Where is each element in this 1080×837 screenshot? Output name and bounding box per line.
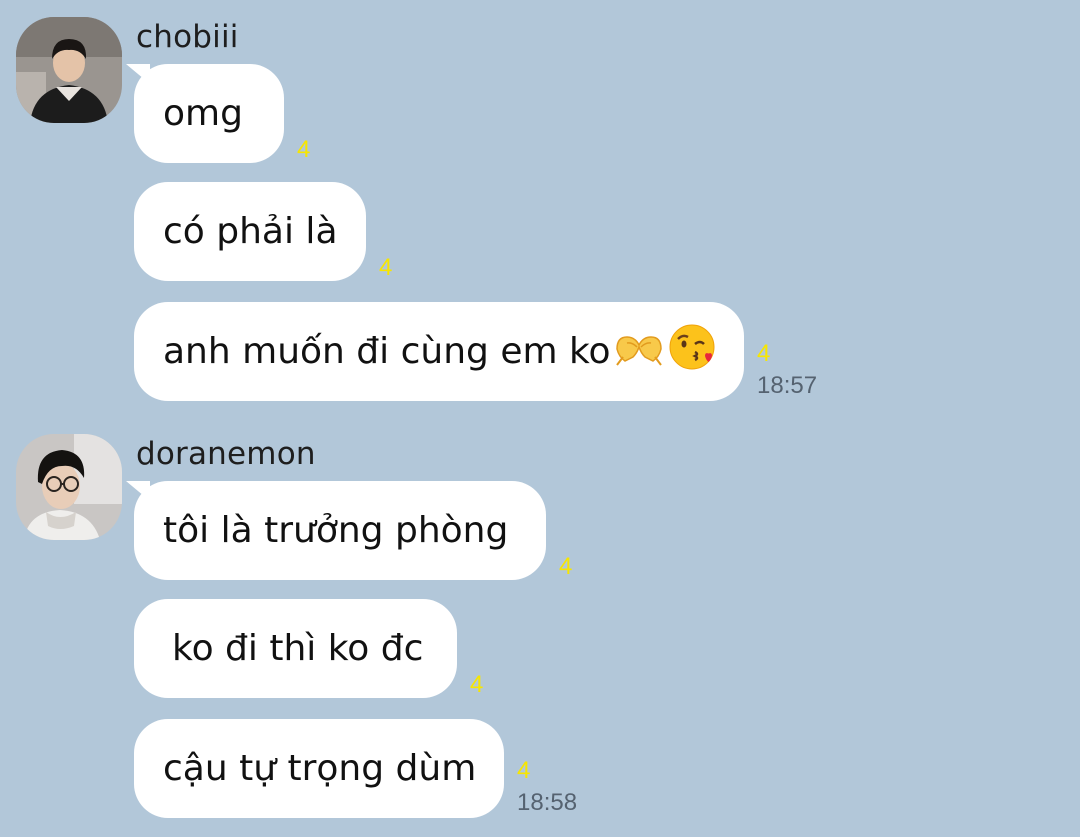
unread-count: 4 — [757, 340, 771, 367]
message-bubble[interactable]: anh muốn đi cùng em ko — [134, 302, 744, 401]
message-bubble[interactable]: cậu tự trọng dùm — [134, 719, 504, 818]
heart-hands-icon — [613, 327, 665, 376]
unread-count: 4 — [379, 254, 393, 281]
unread-count: 4 — [297, 136, 311, 163]
unread-count: 4 — [559, 553, 573, 580]
unread-count: 4 — [517, 757, 531, 784]
avatar-chobiii[interactable] — [16, 17, 122, 123]
sender-name: doranemon — [136, 436, 316, 472]
message-text: có phải là — [163, 211, 338, 252]
message-text: anh muốn đi cùng em ko — [163, 331, 611, 372]
message-text: tôi là trưởng phòng — [163, 510, 509, 551]
message-bubble[interactable]: ko đi thì ko đc — [134, 599, 457, 698]
message-bubble[interactable]: omg — [134, 64, 284, 163]
avatar-doranemon[interactable] — [16, 434, 122, 540]
sender-name: chobiii — [136, 19, 239, 55]
message-text: omg — [163, 93, 243, 134]
unread-count: 4 — [470, 671, 484, 698]
message-time: 18:58 — [517, 789, 578, 816]
message-time: 18:57 — [757, 372, 818, 399]
message-text: ko đi thì ko đc — [172, 628, 424, 669]
message-bubble[interactable]: có phải là — [134, 182, 366, 281]
message-text: cậu tự trọng dùm — [163, 748, 477, 789]
kissing-face-heart-icon — [667, 322, 717, 381]
message-bubble[interactable]: tôi là trưởng phòng — [134, 481, 546, 580]
